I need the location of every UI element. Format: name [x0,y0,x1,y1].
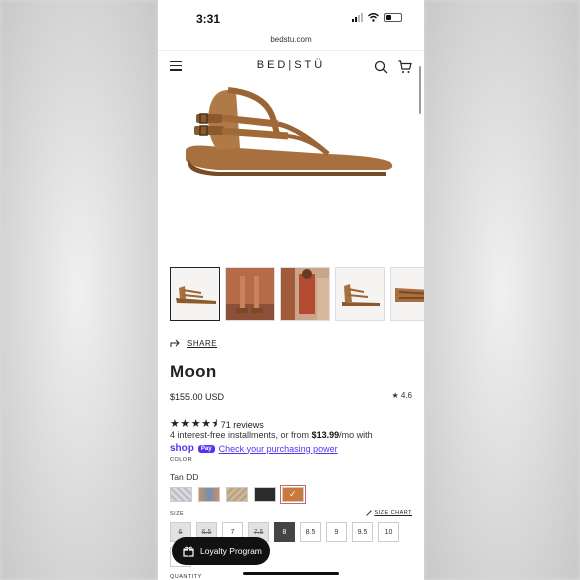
installments-amount: $13.99 [311,430,340,440]
purchasing-power-link[interactable]: Check your purchasing power [219,444,338,454]
loyalty-program-label: Loyalty Program [200,546,262,556]
background-blur-right [424,0,580,580]
wifi-icon [368,13,379,22]
background-blur-left [0,0,158,580]
swatch-beige[interactable] [226,487,248,502]
scrollbar[interactable] [419,66,421,114]
status-icons [352,13,402,22]
size-chart-link[interactable]: SIZE CHART [366,510,412,516]
size-option-8[interactable]: 8 [274,522,295,542]
pay-badge: Pay [197,444,215,453]
product-price: $155.00 USD [170,392,225,402]
signal-icon [352,13,363,22]
rating-value: 4.6 [400,391,412,400]
size-option-9[interactable]: 9 [326,522,347,542]
rating-badge: ★ 4.6 [391,391,412,400]
shop-pay-logo: shop [170,443,194,454]
color-swatches: ✓ [170,485,306,504]
product-image[interactable] [178,78,404,243]
thumbnail-5[interactable] [390,267,424,321]
share-button[interactable]: SHARE [170,339,217,348]
check-icon: ✓ [289,489,297,499]
share-icon [170,339,180,347]
gift-icon [183,546,194,557]
home-indicator[interactable] [243,572,339,575]
color-value: Tan DD [170,472,199,482]
share-label: SHARE [187,339,218,348]
swatch-blue-tan[interactable] [198,487,220,502]
cart-icon[interactable] [398,60,412,74]
status-bar: 3:31 [158,0,424,34]
star-icon: ★ [391,391,399,400]
installments-text: 4 interest-free installments, or from $1… [170,430,373,440]
swatch-white-distressed[interactable] [170,487,192,502]
ruler-icon [366,510,373,516]
installments-suffix: /mo with [339,430,373,440]
site-header: BED|STÜ [158,50,424,80]
thumbnail-3[interactable] [280,267,330,321]
quantity-label: QUANTITY [170,574,202,580]
product-title: Moon [170,362,217,381]
color-label: COLOR [170,457,193,463]
status-time: 3:31 [196,12,221,26]
size-option-8-5[interactable]: 8.5 [300,522,321,542]
swatch-black[interactable] [254,487,276,502]
size-label: SIZE [170,511,185,517]
battery-icon [384,13,402,22]
swatch-tan-dd[interactable]: ✓ [280,485,306,504]
thumbnail-4[interactable] [335,267,385,321]
size-chart-label: SIZE CHART [374,510,412,516]
search-icon[interactable] [374,60,388,74]
size-option-9-5[interactable]: 9.5 [352,522,373,542]
size-option-10[interactable]: 10 [378,522,399,542]
installments-prefix: 4 interest-free installments, or from [170,430,312,440]
loyalty-program-button[interactable]: Loyalty Program [172,537,270,565]
thumbnail-2[interactable] [225,267,275,321]
browser-url[interactable]: bedstu.com [158,35,424,44]
thumbnail-strip [170,267,424,321]
shop-pay-row: shop Pay Check your purchasing power [170,443,338,454]
thumbnail-1[interactable] [170,267,220,321]
phone-screen: 3:31 bedstu.com BED|STÜ SHARE Moon $155.… [158,0,424,580]
review-count[interactable]: 71 reviews [221,420,264,430]
